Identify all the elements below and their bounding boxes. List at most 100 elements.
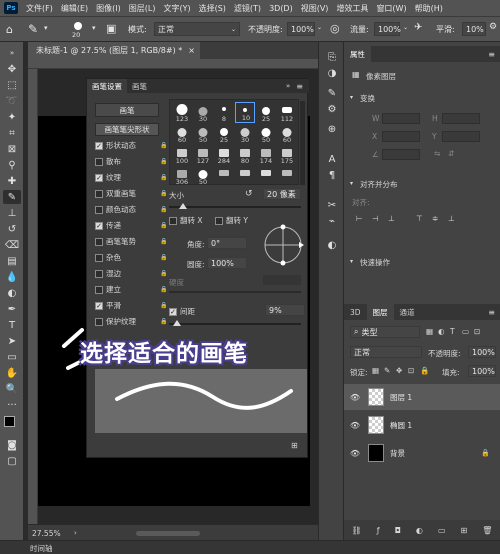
brush-preset[interactable]: 60 [277, 123, 297, 144]
brush-preset[interactable] [256, 165, 276, 186]
flip-vertical-icon[interactable]: ⇵ [448, 149, 454, 158]
type-tool-icon[interactable]: T [3, 318, 21, 332]
align-chevron-icon[interactable]: ▾ [350, 180, 353, 187]
brush-preview-icon[interactable] [74, 22, 82, 30]
zoom-tool-icon[interactable]: 🔍 [3, 382, 21, 396]
frame-tool-icon[interactable]: ⊠ [3, 142, 21, 156]
align-middle-icon[interactable]: ≑ [432, 214, 438, 223]
lock-transparent-icon[interactable]: ▦ [372, 366, 379, 375]
brush-preset[interactable]: 8 [214, 102, 234, 123]
width-field[interactable] [382, 113, 420, 124]
spacing-option[interactable]: ✓ 间距 [169, 306, 195, 317]
color-panel-icon[interactable]: ◑ [323, 66, 341, 80]
align-right-icon[interactable]: ⊥ [388, 214, 395, 223]
gradient-tool-icon[interactable]: ▤ [3, 254, 21, 268]
add-mask-icon[interactable]: ◘ [395, 526, 401, 535]
preset-scrollbar[interactable] [300, 101, 305, 185]
height-field[interactable] [442, 113, 480, 124]
size-slider-handle[interactable] [179, 203, 187, 209]
align-top-icon[interactable]: ⊤ [416, 214, 423, 223]
eraser-tool-icon[interactable]: ⌫ [3, 238, 21, 252]
tab-layers[interactable]: 图层 [366, 304, 394, 320]
move-tool-icon[interactable]: ✥ [3, 62, 21, 76]
hand-tool-icon[interactable]: ✋ [3, 366, 21, 380]
dual-brush-checkbox[interactable] [95, 189, 103, 198]
link-layers-icon[interactable]: ⛓ [352, 526, 362, 535]
scattering-checkbox[interactable] [95, 157, 103, 166]
lock-icon[interactable]: 🔒 [160, 270, 167, 277]
menu-layer[interactable]: 图层(L) [125, 3, 160, 14]
airbrush-icon[interactable]: ✈ [414, 22, 422, 33]
screen-mode-icon[interactable]: ▢ [3, 454, 21, 468]
flip-x-checkbox[interactable] [169, 216, 177, 225]
eyedropper-tool-icon[interactable]: ⚲ [3, 158, 21, 172]
size-input[interactable]: 20 像素 [263, 188, 301, 200]
layer-row[interactable]: 👁 椭圆 1 [344, 412, 500, 438]
blend-mode-select[interactable]: 正常 [350, 346, 422, 358]
panel-menu-icon[interactable]: ≡ [296, 82, 309, 91]
flip-y-option[interactable]: 翻转 Y [215, 215, 248, 226]
lock-icon[interactable]: 🔒 [160, 254, 167, 261]
brush-preset[interactable]: 60 [172, 123, 192, 144]
fill-input[interactable]: 100% [468, 365, 496, 377]
smoothing-settings-icon[interactable]: ⚙ [489, 22, 497, 32]
brush-preset[interactable]: 50 [193, 123, 213, 144]
adjustment-layer-icon[interactable]: ◐ [416, 526, 423, 535]
lock-position-icon[interactable]: ✥ [396, 366, 402, 375]
filter-adjust-icon[interactable]: ◐ [438, 327, 445, 336]
x-field[interactable] [382, 131, 420, 142]
lock-icon[interactable]: 🔒 [160, 302, 167, 309]
lock-image-icon[interactable]: ✎ [384, 366, 390, 375]
shape-dynamics-checkbox[interactable]: ✓ [95, 141, 103, 150]
paths-panel-icon[interactable]: ⌁ [323, 214, 341, 228]
flip-x-option[interactable]: 翻转 X [169, 215, 203, 226]
more-tools-icon[interactable]: ··· [3, 398, 21, 412]
layer-lock-icon[interactable]: 🔒 [481, 449, 490, 457]
brush-option-scattering[interactable]: 散布 🔒 [95, 155, 167, 168]
noise-checkbox[interactable] [95, 253, 103, 262]
create-new-brush-icon[interactable]: ⊞ [291, 441, 298, 450]
brush-preset-chevron-icon[interactable]: ▾ [44, 24, 48, 32]
brush-preset[interactable] [277, 165, 297, 186]
brush-tool-icon[interactable]: ✎ [3, 190, 21, 204]
panel-collapse-icon[interactable]: » [286, 82, 296, 90]
new-group-icon[interactable]: ▭ [438, 526, 446, 535]
brushes-button[interactable]: 画笔 [95, 103, 159, 117]
color-dynamics-checkbox[interactable] [95, 205, 103, 214]
layer-row[interactable]: 👁 图层 1 [344, 384, 500, 410]
smoothing-checkbox[interactable]: ✓ [95, 301, 103, 310]
adjustments-panel-icon[interactable]: ◐ [323, 238, 341, 252]
brush-option-smoothing[interactable]: ✓ 平滑 🔒 [95, 299, 167, 312]
transfer-checkbox[interactable]: ✓ [95, 221, 103, 230]
brush-option-noise[interactable]: 杂色 🔒 [95, 251, 167, 264]
brush-preset[interactable]: 80 [235, 144, 255, 165]
tab-properties[interactable]: 属性 [344, 46, 371, 62]
lock-icon[interactable]: 🔒 [160, 222, 167, 229]
filter-shape-icon[interactable]: ▭ [462, 327, 469, 336]
marquee-tool-icon[interactable]: ⬚ [3, 78, 21, 92]
history-panel-icon[interactable]: ⎘ [323, 50, 341, 64]
rotation-field[interactable] [382, 149, 420, 160]
brush-preset[interactable] [214, 165, 234, 186]
brush-option-texture[interactable]: ✓ 纹理 🔒 [95, 171, 167, 184]
brush-option-wet-edges[interactable]: 湿边 🔒 [95, 267, 167, 280]
menu-type[interactable]: 文字(Y) [159, 3, 194, 14]
home-icon[interactable]: ⌂ [6, 23, 13, 36]
pressure-opacity-icon[interactable]: ◎ [330, 22, 340, 35]
opacity-input[interactable]: 100% [287, 22, 315, 36]
y-field[interactable] [442, 131, 480, 142]
timeline-label[interactable]: 时间轴 [30, 543, 53, 554]
tab-channels[interactable]: 通道 [394, 304, 421, 320]
horizontal-scrollbar[interactable] [136, 531, 200, 536]
brush-preset[interactable]: 123 [172, 102, 192, 123]
flip-y-checkbox[interactable] [215, 216, 223, 225]
brush-settings-panel-icon[interactable]: ⚙ [323, 102, 341, 116]
healing-brush-tool-icon[interactable]: ✚ [3, 174, 21, 188]
clone-stamp-tool-icon[interactable]: ⊥ [3, 206, 21, 220]
lock-icon[interactable]: 🔒 [160, 190, 167, 197]
menu-plugins[interactable]: 增效工具 [332, 3, 372, 14]
brush-preset[interactable]: 175 [277, 144, 297, 165]
smoothing-input[interactable]: 10% [462, 22, 486, 36]
tool-presets-panel-icon[interactable]: ✂ [323, 198, 341, 212]
lock-icon[interactable]: 🔒 [160, 206, 167, 213]
